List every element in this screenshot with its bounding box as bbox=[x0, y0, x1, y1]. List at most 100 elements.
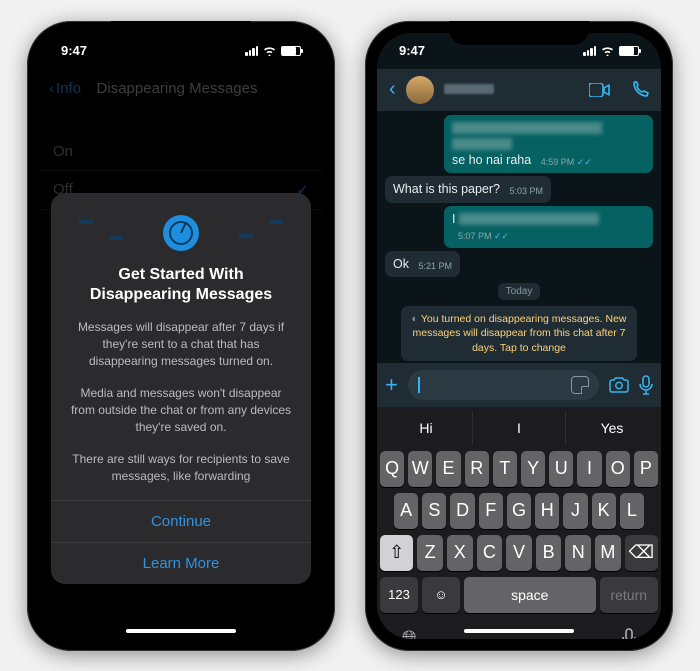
key[interactable]: W bbox=[408, 451, 432, 487]
sheet-title: Get Started With Disappearing Messages bbox=[69, 265, 293, 305]
sheet-paragraph-2: Media and messages won't disappear from … bbox=[69, 385, 293, 437]
key[interactable]: Y bbox=[521, 451, 545, 487]
contact-avatar[interactable] bbox=[406, 76, 434, 104]
message-incoming[interactable]: Ok 5:21 PM bbox=[385, 251, 460, 277]
key[interactable]: Q bbox=[380, 451, 404, 487]
key-row-4: 123 ☺ space return bbox=[380, 577, 658, 613]
voice-call-button[interactable] bbox=[631, 81, 649, 99]
learn-more-button[interactable]: Learn More bbox=[51, 542, 311, 584]
key[interactable]: C bbox=[477, 535, 503, 571]
contact-name[interactable] bbox=[444, 84, 579, 96]
notch bbox=[449, 21, 589, 45]
message-input[interactable] bbox=[408, 370, 599, 400]
phone-right: 9:47 ‹ se ho nai raha 4:59 PM ✓✓ What is… bbox=[365, 21, 673, 651]
chat-bubble-icon: ▬ bbox=[239, 225, 253, 241]
battery-icon bbox=[619, 46, 639, 56]
key[interactable]: L bbox=[620, 493, 644, 529]
attach-button[interactable]: + bbox=[385, 372, 398, 398]
emoji-key[interactable]: ☺ bbox=[422, 577, 460, 613]
key[interactable]: R bbox=[465, 451, 489, 487]
read-ticks-icon: ✓✓ bbox=[494, 231, 509, 241]
message-time: 5:07 PM bbox=[458, 231, 492, 241]
message-text: Ok bbox=[393, 257, 409, 271]
sticker-button[interactable] bbox=[571, 376, 589, 394]
key[interactable]: J bbox=[563, 493, 587, 529]
text-cursor bbox=[418, 377, 420, 393]
return-key[interactable]: return bbox=[600, 577, 658, 613]
key[interactable]: Z bbox=[417, 535, 443, 571]
key[interactable]: D bbox=[450, 493, 474, 529]
message-time: 5:03 PM bbox=[509, 186, 543, 198]
suggestion[interactable]: Yes bbox=[566, 411, 658, 445]
timer-icon: ◐ bbox=[411, 313, 417, 325]
key[interactable]: B bbox=[536, 535, 562, 571]
continue-button[interactable]: Continue bbox=[51, 500, 311, 542]
key-row-1: Q W E R T Y U I O P bbox=[380, 451, 658, 487]
system-message-text: You turned on disappearing messages. New… bbox=[412, 313, 626, 353]
chat-area[interactable]: se ho nai raha 4:59 PM ✓✓ What is this p… bbox=[377, 111, 661, 377]
shift-key[interactable]: ⇧ bbox=[380, 535, 413, 571]
globe-key[interactable]: 🌐︎ bbox=[402, 627, 416, 639]
suggestion[interactable]: Hi bbox=[380, 411, 473, 445]
key[interactable]: V bbox=[506, 535, 532, 571]
battery-icon bbox=[281, 46, 301, 56]
key[interactable]: K bbox=[592, 493, 616, 529]
message-incoming[interactable]: What is this paper? 5:03 PM bbox=[385, 176, 551, 202]
key[interactable]: F bbox=[479, 493, 503, 529]
suggestion[interactable]: I bbox=[473, 411, 566, 445]
home-indicator[interactable] bbox=[464, 629, 574, 633]
signal-icon bbox=[583, 46, 596, 56]
home-indicator[interactable] bbox=[126, 629, 236, 633]
key[interactable]: X bbox=[447, 535, 473, 571]
key[interactable]: G bbox=[507, 493, 531, 529]
sheet-paragraph-1: Messages will disappear after 7 days if … bbox=[69, 319, 293, 371]
timer-icon bbox=[163, 215, 199, 251]
message-text: se ho nai raha bbox=[452, 153, 531, 167]
space-key[interactable]: space bbox=[464, 577, 596, 613]
message-outgoing[interactable]: se ho nai raha 4:59 PM ✓✓ bbox=[444, 115, 653, 174]
key[interactable]: O bbox=[606, 451, 630, 487]
key[interactable]: E bbox=[436, 451, 460, 487]
back-button[interactable]: ‹ bbox=[389, 78, 396, 101]
notch bbox=[111, 21, 251, 45]
wifi-icon bbox=[262, 45, 277, 56]
key[interactable]: M bbox=[595, 535, 621, 571]
chat-bubble-icon: ▬ bbox=[109, 227, 123, 243]
sheet-paragraph-3: There are still ways for recipients to s… bbox=[69, 451, 293, 486]
camera-button[interactable] bbox=[609, 376, 629, 393]
disappearing-sheet: ▬ ▬ ▬ ▬ Get Started With Disappearing Me… bbox=[51, 193, 311, 584]
keyboard: Hi I Yes Q W E R T Y U I O P A S D F bbox=[377, 407, 661, 639]
status-time: 9:47 bbox=[399, 43, 425, 58]
chat-bubble-icon: ▬ bbox=[269, 211, 283, 227]
message-text: What is this paper? bbox=[393, 182, 500, 196]
key[interactable]: H bbox=[535, 493, 559, 529]
signal-icon bbox=[245, 46, 258, 56]
phone-left: 9:47 ‹ Info Disappearing Messages On Off… bbox=[27, 21, 335, 651]
message-outgoing[interactable]: I 5:07 PM ✓✓ bbox=[444, 206, 653, 249]
wifi-icon bbox=[600, 45, 615, 56]
input-bar: + bbox=[377, 363, 661, 407]
key[interactable]: I bbox=[577, 451, 601, 487]
mic-button[interactable] bbox=[639, 375, 653, 395]
key-row-3: ⇧ Z X C V B N M ⌫ bbox=[380, 535, 658, 571]
suggestion-bar: Hi I Yes bbox=[380, 411, 658, 445]
system-message[interactable]: ◐You turned on disappearing messages. Ne… bbox=[401, 306, 637, 361]
key[interactable]: S bbox=[422, 493, 446, 529]
backspace-key[interactable]: ⌫ bbox=[625, 535, 658, 571]
key-row-2: A S D F G H J K L bbox=[380, 493, 658, 529]
read-ticks-icon: ✓✓ bbox=[577, 157, 592, 167]
key[interactable]: A bbox=[394, 493, 418, 529]
key[interactable]: P bbox=[634, 451, 658, 487]
message-time: 5:21 PM bbox=[418, 261, 452, 273]
status-time: 9:47 bbox=[61, 43, 87, 58]
video-call-button[interactable] bbox=[589, 83, 611, 97]
key[interactable]: U bbox=[549, 451, 573, 487]
date-divider: Today bbox=[498, 283, 541, 300]
message-time: 4:59 PM bbox=[541, 157, 575, 167]
chat-bubble-icon: ▬ bbox=[79, 211, 93, 227]
numbers-key[interactable]: 123 bbox=[380, 577, 418, 613]
key[interactable]: T bbox=[493, 451, 517, 487]
dictate-key[interactable] bbox=[622, 628, 636, 639]
chat-nav: ‹ bbox=[377, 69, 661, 111]
key[interactable]: N bbox=[565, 535, 591, 571]
